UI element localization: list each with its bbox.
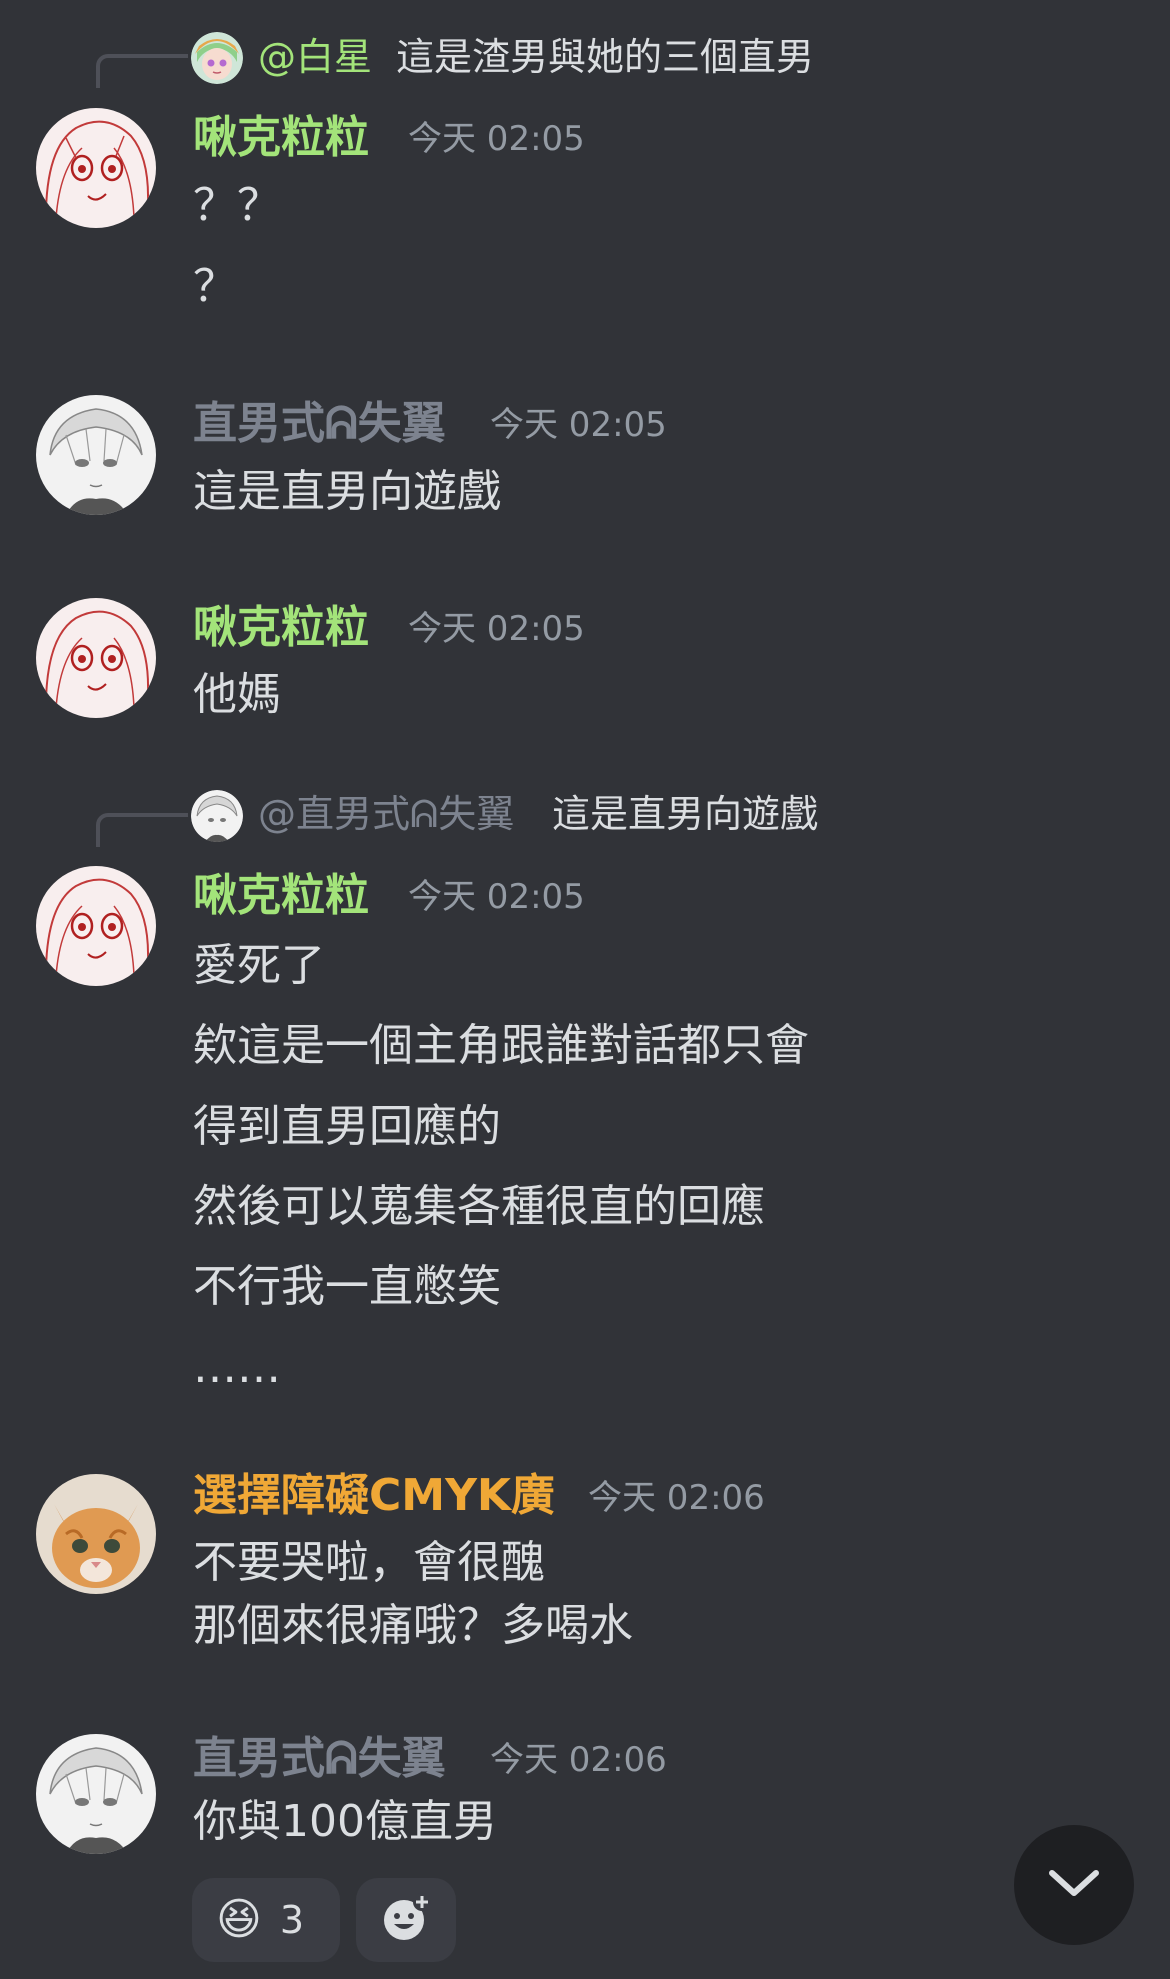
message-author[interactable]: 選擇障礙CMYK廣 <box>193 1474 555 1518</box>
reply-author[interactable]: @直男式ᕱ失翼 <box>258 795 514 833</box>
sketch-boy-avatar-icon[interactable] <box>191 790 243 842</box>
add-reaction-button[interactable] <box>356 1878 456 1962</box>
reply-preview-text[interactable]: 這是渣男與她的三個直男 <box>396 38 814 76</box>
sketch-boy-avatar-icon[interactable] <box>36 395 156 515</box>
message-text: …… <box>193 1342 281 1393</box>
message-text: 不要哭啦，會很醜 <box>193 1537 545 1588</box>
message-author[interactable]: 啾克粒粒 <box>193 116 369 160</box>
chevron-down-icon <box>1044 1863 1104 1907</box>
reply-connector <box>96 54 188 88</box>
sketch-girl-avatar-icon[interactable] <box>36 866 156 986</box>
sketch-girl-avatar-icon[interactable] <box>36 598 156 718</box>
add-reaction-icon <box>380 1892 432 1948</box>
reaction-count: 3 <box>279 1898 305 1942</box>
anime-avatar-icon[interactable] <box>191 32 243 84</box>
laughing-emoji-icon: 😆 <box>216 1894 262 1945</box>
reaction-laugh[interactable]: 😆 3 <box>192 1878 340 1962</box>
sketch-girl-avatar-icon[interactable] <box>36 108 156 228</box>
reply-preview-text[interactable]: 這是直男向遊戲 <box>552 795 818 833</box>
message-text: ？？ <box>193 180 281 231</box>
message-text: 那個來很痛哦？多喝水 <box>193 1600 633 1651</box>
message-author[interactable]: 直男式ᕱ失翼 <box>193 1737 446 1781</box>
message-text: 然後可以蒐集各種很直的回應 <box>193 1181 765 1232</box>
sketch-boy-avatar-icon[interactable] <box>36 1734 156 1854</box>
reply-connector <box>96 813 188 847</box>
message-text: 得到直男回應的 <box>193 1101 501 1152</box>
message-author[interactable]: 直男式ᕱ失翼 <box>193 402 446 446</box>
message-text: ？ <box>193 261 237 312</box>
message-text: 你與100億直男 <box>193 1796 497 1847</box>
message-text: 愛死了 <box>193 940 325 991</box>
message-timestamp: 今天 02:05 <box>408 877 585 917</box>
message-timestamp: 今天 02:05 <box>408 119 585 159</box>
message-timestamp: 今天 02:06 <box>490 1740 667 1780</box>
message-text: 他媽 <box>193 669 281 720</box>
message-timestamp: 今天 02:06 <box>588 1478 765 1518</box>
jump-to-bottom-button[interactable] <box>1014 1825 1134 1945</box>
message-author[interactable]: 啾克粒粒 <box>193 606 369 650</box>
message-text: 這是直男向遊戲 <box>193 466 501 517</box>
message-timestamp: 今天 02:05 <box>490 405 667 445</box>
message-text: 不行我一直憋笑 <box>193 1261 501 1312</box>
message-author[interactable]: 啾克粒粒 <box>193 874 369 918</box>
message-text: 欸這是一個主角跟誰對話都只會 <box>193 1020 809 1071</box>
message-timestamp: 今天 02:05 <box>408 609 585 649</box>
reply-author[interactable]: @白星 <box>258 38 372 76</box>
cat-avatar-icon[interactable] <box>36 1474 156 1594</box>
